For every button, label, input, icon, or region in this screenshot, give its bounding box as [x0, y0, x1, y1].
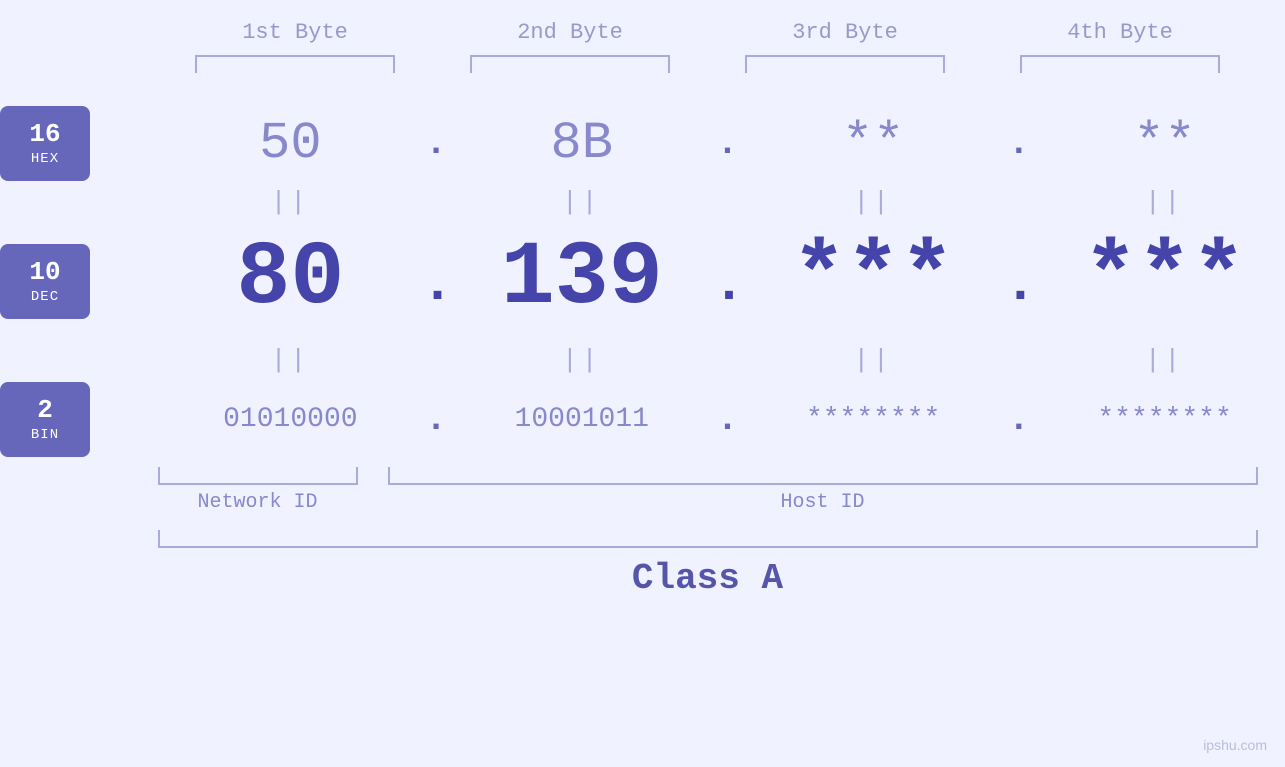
- full-bracket: [158, 530, 1258, 548]
- hex-val-1: 50: [259, 114, 321, 173]
- equals-group-2: || || || ||: [170, 345, 1285, 375]
- bin-byte-3: ********: [763, 404, 983, 435]
- network-id-label: Network ID: [158, 491, 358, 514]
- dec-byte-4: ***: [1055, 234, 1275, 324]
- dec-badge-label: DEC: [31, 289, 59, 305]
- host-bracket: [388, 467, 1258, 485]
- eq-2: ||: [472, 187, 692, 217]
- host-id-label: Host ID: [388, 491, 1258, 514]
- bracket-1: [195, 55, 395, 73]
- hex-dot-1: .: [421, 123, 451, 164]
- dec-badge-number: 10: [29, 257, 60, 288]
- id-labels: Network ID Host ID: [158, 491, 1258, 514]
- bin-badge: 2 BIN: [0, 382, 90, 457]
- bin-dot-2: .: [712, 399, 742, 440]
- eq-4: ||: [1055, 187, 1275, 217]
- dec-byte-3: ***: [763, 234, 983, 324]
- hex-badge-number: 16: [29, 119, 60, 150]
- dec-val-2: 139: [501, 228, 663, 330]
- main-container: 1st Byte 2nd Byte 3rd Byte 4th Byte 16 H…: [0, 0, 1285, 767]
- eq-3: ||: [763, 187, 983, 217]
- byte-header-2: 2nd Byte: [460, 20, 680, 45]
- bin-row: 2 BIN 01010000 . 10001011 . ******** . *…: [0, 379, 1285, 459]
- bin-values: 01010000 . 10001011 . ******** . *******…: [170, 399, 1285, 440]
- hex-val-2: 8B: [551, 114, 613, 173]
- bottom-brackets: [158, 467, 1258, 485]
- hex-badge-label: HEX: [31, 151, 59, 167]
- equals-row-1: || || || ||: [0, 187, 1285, 217]
- dec-val-1: 80: [236, 228, 344, 330]
- eq2-1: ||: [180, 345, 400, 375]
- byte-header-4: 4th Byte: [1010, 20, 1230, 45]
- bin-val-2: 10001011: [515, 404, 649, 435]
- bracket-3: [745, 55, 945, 73]
- hex-val-3: **: [842, 114, 904, 173]
- hex-dot-2: .: [712, 123, 742, 164]
- hex-byte-3: **: [763, 114, 983, 173]
- hex-badge: 16 HEX: [0, 106, 90, 181]
- hex-values: 50 . 8B . ** . **: [170, 114, 1285, 173]
- class-label: Class A: [158, 558, 1258, 599]
- hex-row: 16 HEX 50 . 8B . ** . **: [0, 103, 1285, 183]
- bin-val-1: 01010000: [223, 404, 357, 435]
- byte-headers: 1st Byte 2nd Byte 3rd Byte 4th Byte: [158, 20, 1258, 45]
- bin-byte-2: 10001011: [472, 404, 692, 435]
- dec-byte-1: 80: [180, 234, 400, 324]
- dec-val-3: ***: [792, 228, 954, 330]
- bracket-4: [1020, 55, 1220, 73]
- dec-values: 80 . 139 . *** . ***: [170, 234, 1285, 328]
- byte-header-3: 3rd Byte: [735, 20, 955, 45]
- eq-1: ||: [180, 187, 400, 217]
- eq2-3: ||: [763, 345, 983, 375]
- equals-group-1: || || || ||: [170, 187, 1285, 217]
- network-bracket: [158, 467, 358, 485]
- bin-val-4: ********: [1097, 404, 1231, 435]
- bracket-2: [470, 55, 670, 73]
- watermark: ipshu.com: [1203, 737, 1267, 753]
- hex-byte-2: 8B: [472, 114, 692, 173]
- bin-dot-3: .: [1004, 399, 1034, 440]
- eq2-4: ||: [1055, 345, 1275, 375]
- dec-badge: 10 DEC: [0, 244, 90, 319]
- eq2-2: ||: [472, 345, 692, 375]
- byte-header-1: 1st Byte: [185, 20, 405, 45]
- dec-val-4: ***: [1084, 228, 1246, 330]
- bin-val-3: ********: [806, 404, 940, 435]
- hex-dot-3: .: [1004, 123, 1034, 164]
- hex-byte-1: 50: [180, 114, 400, 173]
- dec-byte-2: 139: [472, 234, 692, 324]
- top-brackets: [158, 55, 1258, 73]
- dec-dot-2: .: [712, 253, 742, 316]
- equals-row-2: || || || ||: [0, 345, 1285, 375]
- dec-dot-1: .: [421, 253, 451, 316]
- hex-byte-4: **: [1055, 114, 1275, 173]
- dec-row: 10 DEC 80 . 139 . *** . ***: [0, 221, 1285, 341]
- bin-dot-1: .: [421, 399, 451, 440]
- bin-byte-1: 01010000: [180, 404, 400, 435]
- hex-val-4: **: [1133, 114, 1195, 173]
- bin-byte-4: ********: [1055, 404, 1275, 435]
- bin-badge-label: BIN: [31, 427, 59, 443]
- bin-badge-number: 2: [37, 395, 53, 426]
- dec-dot-3: .: [1004, 253, 1034, 316]
